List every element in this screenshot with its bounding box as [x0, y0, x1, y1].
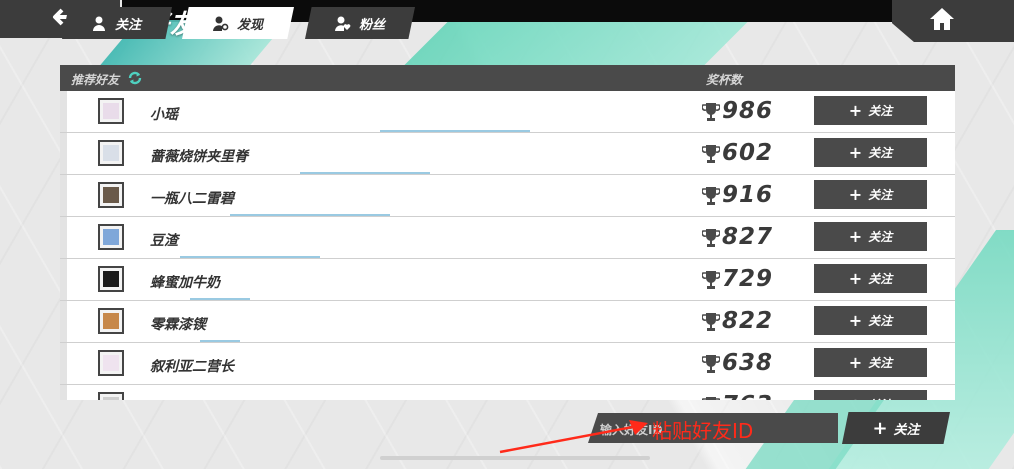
follow-label: 关注: [868, 314, 893, 328]
user-heart-icon: [334, 16, 351, 31]
follow-button[interactable]: + 关注: [814, 306, 927, 335]
tab-discover[interactable]: 发现: [182, 7, 294, 39]
trophy-count: 638: [722, 350, 774, 376]
friend-name: 蔷薇烧饼夹里脊: [150, 149, 248, 165]
home-icon: [930, 8, 954, 30]
friend-row: 一瓶八二雷碧 916 + 关注: [60, 175, 955, 217]
list-header: 推荐好友 奖杯数: [60, 65, 955, 91]
user-search-icon: [212, 16, 229, 31]
row-accent-line: [230, 214, 390, 216]
friend-name: 零霖漆锲: [150, 317, 206, 333]
plus-icon: +: [848, 101, 863, 120]
plus-icon: +: [848, 143, 863, 162]
avatar[interactable]: [98, 98, 124, 124]
friend-row: 蔷薇烧饼夹里脊 602 + 关注: [60, 133, 955, 175]
row-accent-line: [180, 256, 320, 258]
follow-button[interactable]: + 关注: [814, 138, 927, 167]
trophy-icon: [702, 355, 720, 373]
trophy-icon: [702, 187, 720, 205]
follow-label: 关注: [868, 188, 893, 202]
follow-label: 关注: [868, 104, 893, 118]
user-icon: [92, 16, 105, 31]
row-accent-line: [190, 298, 250, 300]
friend-name: 小瑶: [150, 107, 178, 123]
plus-icon: +: [849, 395, 862, 400]
avatar[interactable]: [98, 266, 124, 292]
annotation-arrow: [499, 420, 648, 454]
tab-label: 粉丝: [358, 17, 385, 33]
plus-icon: +: [848, 353, 863, 372]
follow-button[interactable]: + 关注: [814, 222, 927, 251]
follow-button[interactable]: + 关注: [814, 348, 927, 377]
friend-name: 蜂蜜加牛奶: [150, 275, 220, 291]
trophy-icon: [702, 103, 720, 121]
home-button[interactable]: [892, 0, 1014, 42]
trophy-icon: [702, 271, 720, 289]
row-accent-line: [380, 130, 530, 132]
follow-label: 关注: [868, 146, 893, 160]
tab-following[interactable]: 关注: [62, 7, 172, 39]
follow-button[interactable]: + 关注: [814, 96, 927, 125]
section-label: 推荐好友: [71, 73, 120, 87]
annotation-text: 粘贴好友ID: [652, 419, 754, 443]
friend-row: 零霖漆锲 822 + 关注: [60, 301, 955, 343]
follow-button[interactable]: + 关注: [814, 264, 927, 293]
friend-rows: 小瑶 986 + 关注 蔷薇烧饼夹里脊 602 + 关注 一瓶八二雷碧 916 …: [60, 91, 955, 400]
friend-row: 蜂蜜加牛奶 729 + 关注: [60, 259, 955, 301]
trophy-count: 986: [722, 98, 774, 124]
plus-icon: +: [848, 269, 863, 288]
avatar[interactable]: [98, 140, 124, 166]
follow-label: 关注: [868, 356, 893, 370]
friend-name: 叙利亚二营长: [150, 359, 234, 375]
friend-row: 豆渣 827 + 关注: [60, 217, 955, 259]
trophy-icon: [702, 145, 720, 163]
friend-row: 叙利亚二营长 638 + 关注: [60, 343, 955, 385]
avatar[interactable]: [98, 392, 124, 400]
trophy-column-header: 奖杯数: [706, 73, 743, 87]
trophy-icon: [702, 229, 720, 247]
follow-label: 关注: [893, 422, 920, 438]
refresh-icon[interactable]: [127, 70, 143, 86]
friend-row: 小瑶 986 + 关注: [60, 91, 955, 133]
trophy-count: 763: [722, 392, 773, 400]
row-accent-line: [300, 172, 430, 174]
trophy-count: 827: [722, 224, 774, 250]
friend-row: 763 + 关注: [60, 385, 955, 400]
trophy-count: 729: [722, 266, 774, 292]
trophy-icon: [702, 313, 720, 331]
tab-fans[interactable]: 粉丝: [305, 7, 415, 39]
friend-name: 豆渣: [150, 233, 178, 249]
avatar[interactable]: [98, 224, 124, 250]
scroll-indicator: [380, 456, 650, 460]
follow-button[interactable]: + 关注: [814, 180, 927, 209]
plus-icon: +: [872, 417, 888, 439]
trophy-count: 916: [722, 182, 774, 208]
avatar[interactable]: [98, 350, 124, 376]
row-accent-line: [200, 340, 240, 342]
follow-label: 关注: [868, 230, 893, 244]
avatar[interactable]: [98, 308, 124, 334]
avatar[interactable]: [98, 182, 124, 208]
plus-icon: +: [848, 311, 863, 330]
tab-label: 发现: [236, 17, 263, 33]
follow-label: 关注: [868, 272, 893, 286]
trophy-count: 602: [722, 140, 774, 166]
plus-icon: +: [848, 185, 863, 204]
trophy-count: 822: [722, 308, 774, 334]
follow-label: 关注: [868, 396, 892, 400]
friend-list-panel: 推荐好友 奖杯数 小瑶 986 + 关注 蔷薇烧饼夹里脊 602 + 关注 一瓶…: [60, 65, 955, 400]
friend-name: 一瓶八二雷碧: [150, 191, 234, 207]
trophy-icon: [702, 397, 720, 400]
plus-icon: +: [848, 227, 863, 246]
follow-by-id-button[interactable]: + 关注: [842, 412, 950, 444]
follow-button[interactable]: + 关注: [814, 390, 927, 400]
tab-label: 关注: [114, 17, 141, 33]
